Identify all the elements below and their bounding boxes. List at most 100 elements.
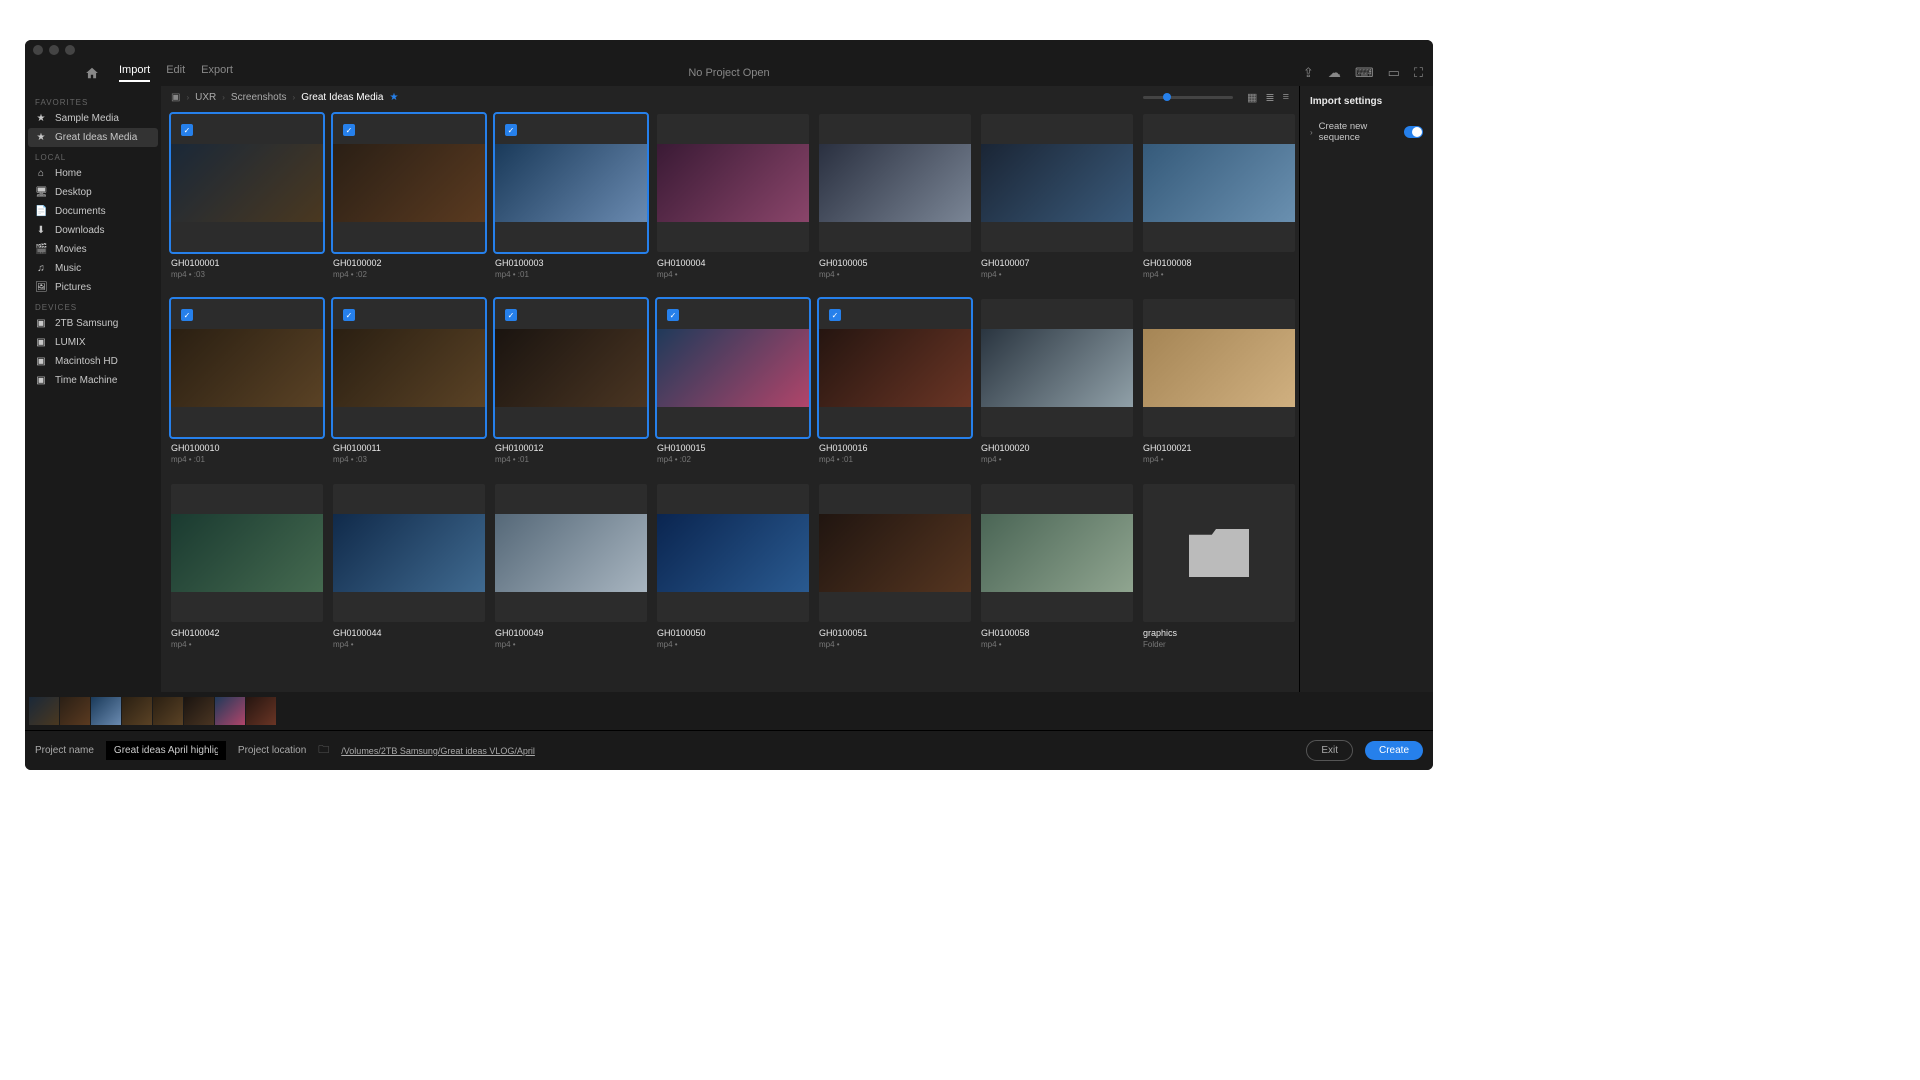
project-name-input[interactable] — [106, 741, 226, 760]
sidebar-item[interactable]: ▣LUMIX — [25, 333, 161, 352]
strip-thumbnail[interactable] — [60, 697, 90, 725]
sidebar-item[interactable]: ★Great Ideas Media — [28, 128, 158, 147]
project-location-link[interactable]: /Volumes/2TB Samsung/Great ideas VLOG/Ap… — [341, 746, 535, 756]
breadcrumb-item[interactable]: UXR — [195, 92, 216, 103]
sidebar-item-icon: ♫ — [35, 263, 47, 274]
media-meta: mp4 • — [1143, 455, 1295, 464]
media-name: graphics — [1143, 628, 1295, 638]
chat-icon[interactable]: ⌨ — [1355, 65, 1374, 81]
toolbar: ▣ › UXR › Screenshots › Great Ideas Medi… — [161, 86, 1299, 108]
media-thumbnail[interactable]: ✓ — [171, 484, 323, 622]
media-name: GH0100016 — [819, 443, 971, 453]
selection-checkbox[interactable]: ✓ — [181, 124, 193, 136]
sidebar-item[interactable]: 🖼Pictures — [25, 278, 161, 297]
media-thumbnail[interactable]: ✓ — [495, 114, 647, 252]
media-thumbnail[interactable]: ✓ — [981, 114, 1133, 252]
tab-edit[interactable]: Edit — [166, 64, 185, 82]
media-thumbnail[interactable]: ✓ — [981, 299, 1133, 437]
sidebar-item-icon: ⌂ — [35, 168, 47, 179]
main-panel: ▣ › UXR › Screenshots › Great Ideas Medi… — [161, 86, 1299, 692]
minimize-window-button[interactable] — [49, 45, 59, 55]
sidebar-item-label: Time Machine — [55, 375, 117, 386]
selection-checkbox[interactable]: ✓ — [343, 309, 355, 321]
selection-checkbox[interactable]: ✓ — [181, 309, 193, 321]
selection-checkbox[interactable]: ✓ — [505, 309, 517, 321]
strip-thumbnail[interactable] — [215, 697, 245, 725]
tab-import[interactable]: Import — [119, 64, 150, 82]
sidebar-item[interactable]: ▣2TB Samsung — [25, 314, 161, 333]
folder-icon[interactable]: ▣ — [171, 92, 180, 103]
sidebar-item[interactable]: ★Sample Media — [25, 109, 161, 128]
thumbnail-size-slider[interactable] — [1143, 96, 1233, 99]
sidebar-item-label: Macintosh HD — [55, 356, 118, 367]
media-thumbnail[interactable]: ✓ — [657, 299, 809, 437]
media-thumbnail[interactable]: ✓ — [819, 114, 971, 252]
panel-title: Import settings — [1300, 92, 1433, 117]
selection-checkbox[interactable]: ✓ — [343, 124, 355, 136]
sidebar-item[interactable]: ♫Music — [25, 259, 161, 278]
sidebar-item[interactable]: ▣Macintosh HD — [25, 352, 161, 371]
strip-thumbnail[interactable] — [91, 697, 121, 725]
media-thumbnail[interactable]: ✓ — [333, 114, 485, 252]
media-card: ✓GH0100051mp4 • — [819, 484, 971, 649]
media-thumbnail[interactable]: ✓ — [333, 484, 485, 622]
sidebar-item[interactable]: ⌂Home — [25, 164, 161, 183]
breadcrumb-item[interactable]: Screenshots — [231, 92, 287, 103]
close-window-button[interactable] — [33, 45, 43, 55]
sidebar-item[interactable]: ▣Time Machine — [25, 371, 161, 390]
media-meta: Folder — [1143, 640, 1295, 649]
sidebar-item[interactable]: 🖥Desktop — [25, 183, 161, 202]
media-thumbnail[interactable]: ✓ — [1143, 299, 1295, 437]
media-thumbnail[interactable]: ✓ — [171, 299, 323, 437]
tab-export[interactable]: Export — [201, 64, 233, 82]
workspace-icon[interactable]: ▭ — [1388, 65, 1400, 81]
media-thumbnail[interactable]: ✓ — [819, 484, 971, 622]
media-thumbnail[interactable]: ✓ — [495, 299, 647, 437]
grid-view-icon[interactable]: ▦ — [1247, 91, 1257, 104]
create-sequence-row[interactable]: › Create new sequence — [1300, 117, 1433, 147]
media-name: GH0100015 — [657, 443, 809, 453]
media-name: GH0100007 — [981, 258, 1133, 268]
media-thumbnail[interactable]: ✓ — [657, 484, 809, 622]
home-icon[interactable] — [85, 66, 105, 80]
cloud-icon[interactable]: ☁ — [1328, 65, 1341, 81]
maximize-window-button[interactable] — [65, 45, 75, 55]
media-thumbnail[interactable]: ✓ — [1143, 114, 1295, 252]
sidebar-item[interactable]: 🎬Movies — [25, 240, 161, 259]
list-view-icon[interactable]: ≣ — [1265, 91, 1274, 104]
selection-checkbox[interactable]: ✓ — [505, 124, 517, 136]
sidebar-item-icon: 📄 — [35, 206, 47, 217]
media-thumbnail[interactable]: ✓ — [981, 484, 1133, 622]
breadcrumb-item[interactable]: Great Ideas Media — [301, 92, 383, 103]
sidebar-item[interactable]: ⬇Downloads — [25, 221, 161, 240]
media-card: ✓GH0100008mp4 • — [1143, 114, 1295, 279]
filter-icon[interactable]: ≡ — [1283, 91, 1289, 104]
media-thumbnail[interactable]: ✓ — [819, 299, 971, 437]
sidebar-item[interactable]: 📄Documents — [25, 202, 161, 221]
media-card: ✓GH0100044mp4 • — [333, 484, 485, 649]
strip-thumbnail[interactable] — [122, 697, 152, 725]
create-button[interactable]: Create — [1365, 741, 1423, 760]
media-thumbnail[interactable]: ✓ — [657, 114, 809, 252]
selection-checkbox[interactable]: ✓ — [829, 309, 841, 321]
create-sequence-toggle[interactable] — [1404, 126, 1423, 138]
selection-checkbox[interactable]: ✓ — [667, 309, 679, 321]
media-card: ✓GH0100003mp4 • :01 — [495, 114, 647, 279]
media-thumbnail[interactable]: ✓ — [495, 484, 647, 622]
strip-thumbnail[interactable] — [246, 697, 276, 725]
strip-thumbnail[interactable] — [184, 697, 214, 725]
media-meta: mp4 • — [333, 640, 485, 649]
media-thumbnail[interactable]: ✓ — [333, 299, 485, 437]
strip-thumbnail[interactable] — [29, 697, 59, 725]
media-thumbnail[interactable]: ✓ — [171, 114, 323, 252]
sidebar-item-icon: 🎬 — [35, 244, 47, 255]
favorite-star-icon[interactable]: ★ — [389, 92, 398, 103]
media-card: ✓GH0100042mp4 • — [171, 484, 323, 649]
media-card: ✓GH0100020mp4 • — [981, 299, 1133, 464]
project-location-label: Project location — [238, 745, 306, 756]
media-thumbnail[interactable] — [1143, 484, 1295, 622]
fullscreen-icon[interactable]: ⛶ — [1414, 65, 1423, 81]
exit-button[interactable]: Exit — [1306, 740, 1353, 761]
strip-thumbnail[interactable] — [153, 697, 183, 725]
share-icon[interactable]: ⇪ — [1303, 65, 1314, 81]
